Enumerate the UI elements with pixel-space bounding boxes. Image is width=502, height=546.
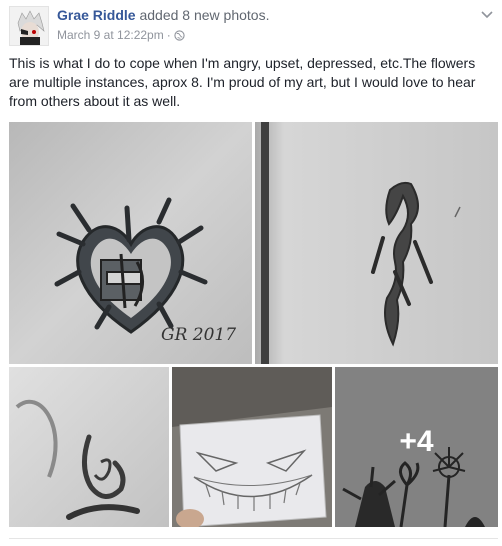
post-meta: March 9 at 12:22pm · [57,28,185,42]
author-name[interactable]: Grae Riddle [57,7,136,23]
globe-icon[interactable] [174,29,185,41]
avatar[interactable] [9,6,49,46]
post-action: added 8 new photos. [139,7,270,23]
post-headline: Grae Riddle added 8 new photos. [57,7,269,23]
photo-signature: GR 2017 [161,325,236,345]
photo-grin-drawing[interactable] [172,367,332,527]
photo-flowers-drawing[interactable]: +4 [335,367,498,527]
post-body: This is what I do to cope when I'm angry… [9,55,476,109]
meta-separator: · [166,28,171,42]
more-photos-count: +4 [399,425,434,458]
photo-heart-drawing[interactable]: GR 2017 [9,122,252,364]
more-photos-overlay[interactable]: +4 [335,367,498,527]
divider [9,538,498,539]
post-header: Grae Riddle added 8 new photos. March 9 … [9,6,502,46]
photo-tribal-drawing[interactable] [255,122,498,364]
photo-ribbon-drawing[interactable] [9,367,169,527]
post-timestamp[interactable]: March 9 at 12:22pm [57,28,164,42]
chevron-down-icon[interactable] [478,8,496,22]
avatar-image [10,7,48,45]
